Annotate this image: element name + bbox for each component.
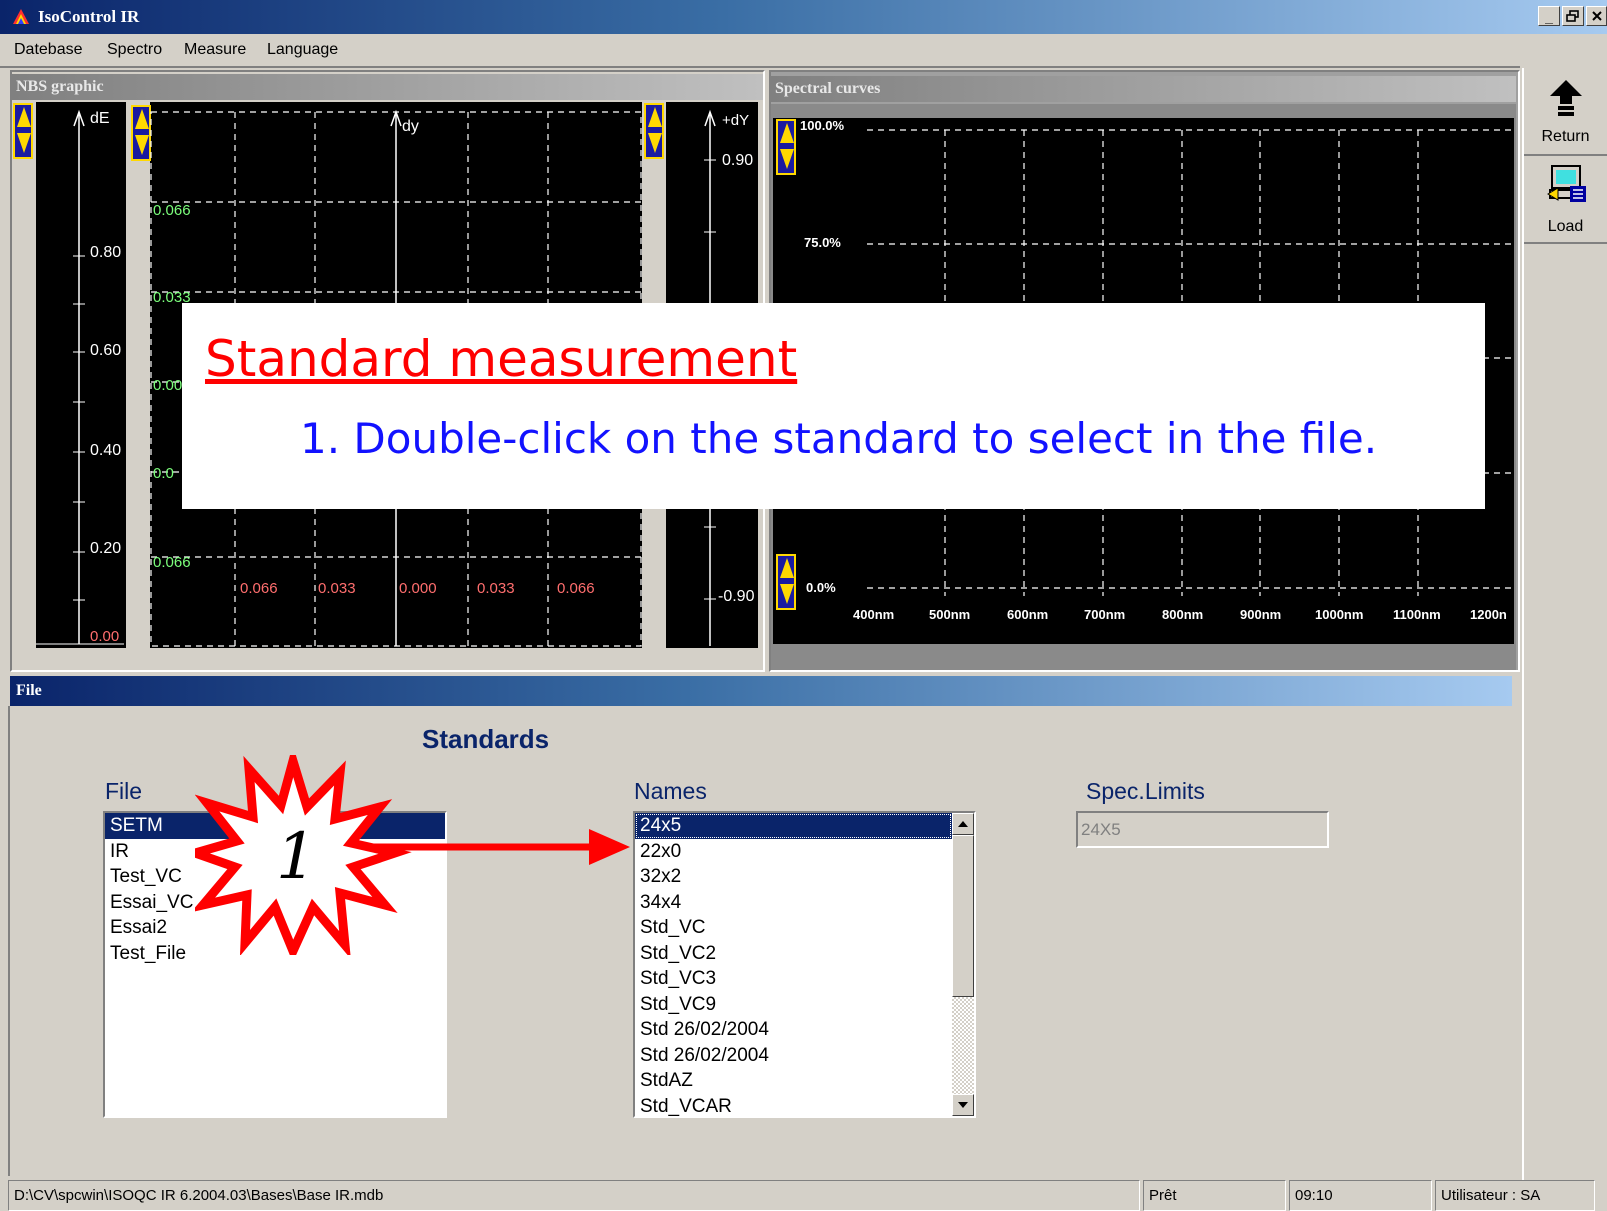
scroll-down-button[interactable] <box>952 1094 974 1116</box>
spec-limits-field[interactable]: 24X5 <box>1076 811 1329 848</box>
green-scale-label: 0.0 <box>153 465 174 482</box>
list-item[interactable]: Std_VC2 <box>635 941 952 967</box>
red-scale-label: 0.066 <box>240 580 278 597</box>
list-item[interactable]: 22x0 <box>635 839 952 865</box>
spectral-x-label: 600nm <box>1007 607 1049 622</box>
status-user: Utilisateur : SA <box>1435 1180 1595 1211</box>
tutorial-title: Standard measurement <box>205 330 798 388</box>
names-list-label: Names <box>634 778 707 804</box>
de-tick-label: 0.20 <box>90 540 122 557</box>
file-panel-header: File <box>10 676 1512 706</box>
spectral-y-label: 100.0% <box>800 118 845 133</box>
de-tick-label: 0.80 <box>90 244 122 261</box>
annotation-starburst <box>195 755 630 955</box>
list-item[interactable]: StdAZ <box>635 1068 952 1094</box>
red-scale-label: 0.033 <box>477 580 515 597</box>
list-item[interactable]: 34x4 <box>635 890 952 916</box>
arrow-up-icon <box>958 821 968 827</box>
status-time: 09:10 <box>1289 1180 1432 1211</box>
dy-tick-label: 0.90 <box>722 152 754 169</box>
list-item[interactable]: 32x2 <box>635 864 952 890</box>
de-tick-label: 0.60 <box>90 342 122 359</box>
status-state: Prêt <box>1143 1180 1286 1211</box>
arrow-down-icon <box>958 1102 968 1108</box>
dy-scale-spinner[interactable] <box>644 103 664 159</box>
menu-measure[interactable]: Measure <box>184 41 246 59</box>
de-tick-label: 0.40 <box>90 442 122 459</box>
spectral-x-label: 500nm <box>929 607 971 622</box>
return-arrow-icon <box>1550 80 1582 116</box>
list-item[interactable]: Std 26/02/2004 <box>635 1043 952 1069</box>
app-icon <box>13 9 29 24</box>
load-label: Load <box>1547 218 1584 235</box>
plus-dy-label: +dY <box>722 112 750 129</box>
spec-limits-label: Spec.Limits <box>1086 778 1205 804</box>
spectral-y-label: 75.0% <box>804 235 841 250</box>
dy-axis-label: dy <box>402 118 419 135</box>
file-panel-border <box>8 706 10 1176</box>
nbs-header: NBS graphic <box>12 74 763 100</box>
menu-language[interactable]: Language <box>267 41 338 59</box>
close-icon <box>1591 11 1602 21</box>
window-title: IsoControl IR <box>38 7 140 26</box>
green-scale-label: 0.066 <box>153 202 191 219</box>
red-scale-label: 0.000 <box>399 580 437 597</box>
annotation-badge-number: 1 <box>276 820 317 894</box>
spectral-y-label: 0.0% <box>806 580 836 595</box>
scroll-thumb[interactable] <box>952 835 974 997</box>
list-item[interactable]: Std 26/02/2004 <box>635 1017 952 1043</box>
minimize-button[interactable]: _ <box>1538 6 1560 26</box>
title-bar: IsoControl IR _ <box>0 0 1607 34</box>
list-item[interactable]: Std_VC <box>635 915 952 941</box>
load-computer-icon <box>1547 165 1586 202</box>
ab-scale-spinner[interactable] <box>131 105 151 161</box>
list-item[interactable]: Std_VC3 <box>635 966 952 992</box>
restore-icon <box>1566 10 1579 22</box>
de-axis <box>36 109 124 645</box>
de-scale-spinner[interactable] <box>13 103 33 159</box>
green-scale-label: 0.00 <box>153 377 183 394</box>
close-button[interactable] <box>1586 6 1607 26</box>
menu-divider <box>0 66 1520 68</box>
de-axis-label: dE <box>90 110 110 127</box>
spectral-x-label: 400nm <box>853 607 895 622</box>
de-tick-label: 0.00 <box>90 628 120 645</box>
names-listbox[interactable]: 24x5 22x0 32x2 34x4 Std_VC Std_VC2 Std_V… <box>633 811 976 1118</box>
menu-datebase[interactable]: Datebase <box>14 41 83 59</box>
list-item[interactable]: 24x5 <box>635 813 952 839</box>
spectral-x-label: 700nm <box>1084 607 1126 622</box>
tutorial-step: 1. Double-click on the standard to selec… <box>300 414 1378 463</box>
list-item[interactable]: Std_VCAR <box>635 1094 952 1120</box>
menu-bar: Datebase Spectro Measure Language <box>0 34 1607 66</box>
spectral-x-label: 1100nm <box>1393 607 1441 622</box>
spectral-x-label: 1000nm <box>1315 607 1364 622</box>
scroll-up-button[interactable] <box>952 813 974 835</box>
spectral-x-label: 1200n <box>1470 607 1507 622</box>
spectral-x-label: 800nm <box>1162 607 1204 622</box>
return-button[interactable]: Return <box>1524 70 1607 156</box>
red-scale-label: 0.033 <box>318 580 356 597</box>
return-label: Return <box>1541 128 1590 145</box>
dy-tick-label: -0.90 <box>718 588 755 605</box>
list-item[interactable]: Std_VC9 <box>635 992 952 1018</box>
green-scale-label: 0.066 <box>153 554 191 571</box>
spectral-x-label: 900nm <box>1240 607 1282 622</box>
load-button[interactable]: Load <box>1524 158 1607 244</box>
red-scale-label: 0.066 <box>557 580 595 597</box>
maximize-button[interactable] <box>1562 6 1584 26</box>
spectral-header: Spectral curves <box>771 76 1516 102</box>
standards-heading: Standards <box>422 724 550 754</box>
names-scrollbar[interactable] <box>952 813 974 1116</box>
file-list-label: File <box>105 778 143 804</box>
status-path: D:\CV\spcwin\ISOQC IR 6.2004.03\Bases\Ba… <box>8 1180 1140 1211</box>
menu-spectro[interactable]: Spectro <box>107 41 162 59</box>
